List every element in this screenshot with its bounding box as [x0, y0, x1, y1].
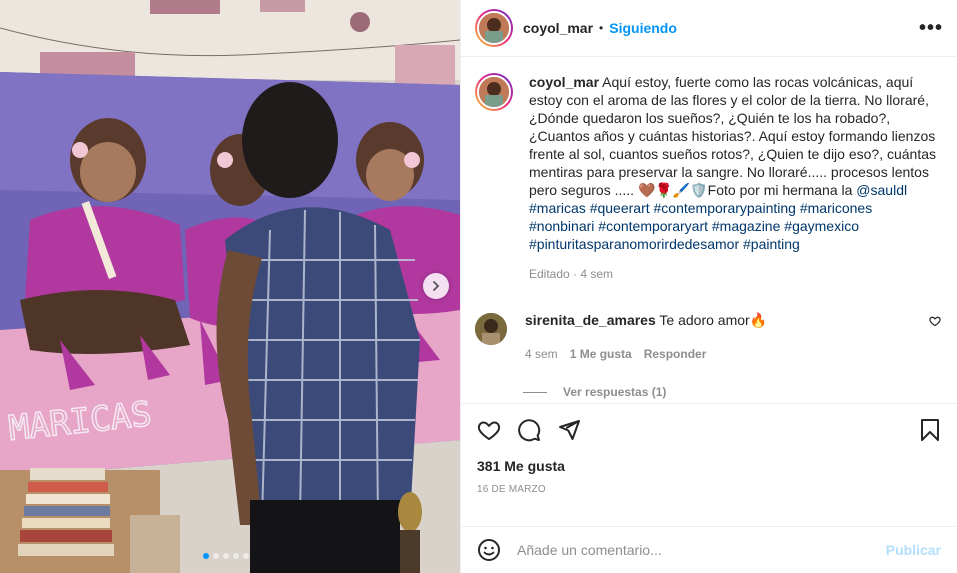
like-count[interactable]: 381 Me gusta [477, 458, 941, 474]
separator-dot: • [599, 21, 604, 35]
hashtag-link[interactable]: #contemporaryart [598, 218, 708, 234]
comment-text: Te adoro amor🔥 [659, 312, 768, 328]
comment-input[interactable] [517, 542, 886, 558]
post-modal: MARICAS coyol_mar • Siguiendo ••• coyol_… [0, 0, 957, 573]
view-replies-label: Ver respuestas (1) [563, 385, 667, 399]
edited-timestamp: Editado · 4 sem [529, 267, 614, 281]
hashtag-link[interactable]: #painting [743, 236, 800, 252]
carousel-dot [233, 553, 239, 559]
author-username[interactable]: coyol_mar [523, 20, 593, 36]
hashtag-link[interactable]: #magazine [712, 218, 781, 234]
post-header: coyol_mar • Siguiendo ••• [461, 0, 957, 57]
hashtag-link[interactable]: #nonbinari [529, 218, 594, 234]
caption-username[interactable]: coyol_mar [529, 74, 599, 90]
post-media[interactable]: MARICAS [0, 0, 460, 573]
add-comment-bar: Publicar [461, 526, 957, 573]
comment-item: sirenita_de_amares Te adoro amor🔥 4 sem … [475, 311, 941, 363]
view-replies-button[interactable]: Ver respuestas (1) [523, 385, 941, 399]
carousel-dot [223, 553, 229, 559]
hashtag-link[interactable]: #gaymexico [784, 218, 859, 234]
commenter-avatar[interactable] [475, 313, 507, 345]
post-photo: MARICAS [0, 0, 460, 573]
carousel-dot [213, 553, 219, 559]
avatar-image [479, 13, 509, 43]
avatar-image [475, 313, 507, 345]
author-avatar[interactable] [475, 9, 513, 47]
comment-meta: 4 sem 1 Me gusta Responder [525, 345, 921, 363]
caption: coyol_mar Aquí estoy, fuerte como las ro… [475, 73, 941, 283]
comment-age: 4 sem [525, 347, 558, 361]
comment-likes[interactable]: 1 Me gusta [570, 345, 632, 363]
post-date[interactable]: 16 DE MARZO [477, 484, 941, 495]
carousel-indicator [203, 553, 249, 559]
more-options-icon[interactable]: ••• [919, 18, 943, 38]
carousel-dot [243, 553, 249, 559]
comment-bubble-icon[interactable] [517, 418, 541, 442]
carousel-next-button[interactable] [423, 273, 449, 299]
replies-divider [523, 391, 547, 393]
caption-avatar[interactable] [475, 73, 513, 111]
share-paper-plane-icon[interactable] [557, 418, 581, 442]
mention-link[interactable]: @sauldl [856, 182, 907, 198]
save-bookmark-icon[interactable] [919, 418, 941, 442]
emoji-smiley-icon[interactable] [477, 538, 501, 562]
comments-area: coyol_mar Aquí estoy, fuerte como las ro… [461, 57, 957, 403]
like-heart-icon[interactable] [477, 418, 501, 442]
hashtag-link[interactable]: #queerart [590, 200, 650, 216]
post-sidebar: coyol_mar • Siguiendo ••• coyol_mar Aquí… [460, 0, 957, 573]
reply-button[interactable]: Responder [644, 345, 707, 363]
avatar-image [479, 77, 509, 107]
hashtag-link[interactable]: #pinturitasparanomorirdedesamor [529, 236, 739, 252]
commenter-username[interactable]: sirenita_de_amares [525, 312, 656, 328]
caption-body: Aquí estoy, fuerte como las rocas volcán… [529, 74, 937, 198]
hashtag-link[interactable]: #maricones [800, 200, 872, 216]
following-button[interactable]: Siguiendo [609, 20, 677, 36]
hashtag-link[interactable]: #maricas [529, 200, 586, 216]
chevron-right-icon [433, 281, 440, 291]
carousel-dot [203, 553, 209, 559]
like-comment-heart-icon[interactable] [929, 315, 941, 327]
hashtag-link[interactable]: #contemporarypainting [654, 200, 796, 216]
caption-text: coyol_mar Aquí estoy, fuerte como las ro… [529, 73, 941, 253]
publish-button[interactable]: Publicar [886, 542, 941, 558]
post-actions: 381 Me gusta 16 DE MARZO [461, 403, 957, 526]
